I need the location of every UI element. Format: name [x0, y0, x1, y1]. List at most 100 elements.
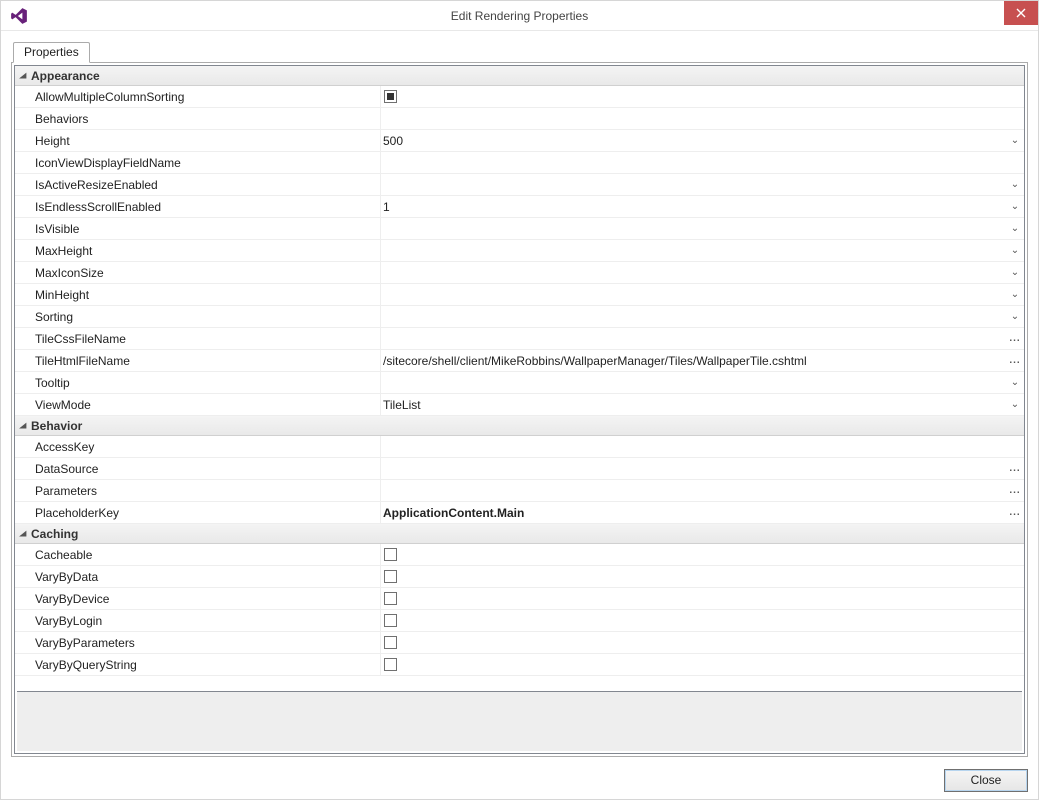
ellipsis-button[interactable]: ...: [1006, 480, 1024, 501]
row-gutter: [15, 372, 31, 393]
property-row[interactable]: IsVisible⌄: [15, 218, 1024, 240]
dropdown-button[interactable]: ⌄: [1006, 394, 1024, 415]
row-gutter: [15, 544, 31, 565]
tab-strip: Properties: [11, 41, 1028, 63]
property-row[interactable]: Parameters...: [15, 480, 1024, 502]
property-row[interactable]: DataSource...: [15, 458, 1024, 480]
property-value[interactable]: [381, 588, 1024, 609]
checkbox[interactable]: [384, 570, 397, 583]
property-label: MaxIconSize: [31, 262, 381, 283]
expander-icon: ◢: [15, 71, 31, 80]
category-header[interactable]: ◢Appearance: [15, 66, 1024, 86]
ellipsis-button[interactable]: ...: [1006, 458, 1024, 479]
property-value[interactable]: ⌄: [381, 240, 1024, 261]
property-value[interactable]: ⌄: [381, 372, 1024, 393]
property-row[interactable]: AllowMultipleColumnSorting: [15, 86, 1024, 108]
property-value[interactable]: ⌄: [381, 174, 1024, 195]
property-row[interactable]: VaryByDevice: [15, 588, 1024, 610]
property-value[interactable]: ...: [381, 328, 1024, 349]
property-row[interactable]: Behaviors: [15, 108, 1024, 130]
property-value[interactable]: [381, 654, 1024, 675]
property-label: MinHeight: [31, 284, 381, 305]
property-label: Parameters: [31, 480, 381, 501]
ellipsis-button[interactable]: ...: [1006, 328, 1024, 349]
category-label: Behavior: [31, 419, 82, 433]
row-gutter: [15, 174, 31, 195]
category-label: Caching: [31, 527, 78, 541]
dropdown-button[interactable]: ⌄: [1006, 284, 1024, 305]
property-value[interactable]: TileList⌄: [381, 394, 1024, 415]
property-value[interactable]: 1⌄: [381, 196, 1024, 217]
property-value[interactable]: [381, 108, 1024, 129]
property-row[interactable]: MinHeight ⌄: [15, 284, 1024, 306]
dialog-window: Edit Rendering Properties Properties ◢Ap…: [0, 0, 1039, 800]
property-value[interactable]: [381, 566, 1024, 587]
dropdown-button[interactable]: ⌄: [1006, 196, 1024, 217]
property-label: Tooltip: [31, 372, 381, 393]
property-row[interactable]: TileHtmlFileName/sitecore/shell/client/M…: [15, 350, 1024, 372]
row-gutter: [15, 152, 31, 173]
property-grid: ◢AppearanceAllowMultipleColumnSortingBeh…: [14, 65, 1025, 754]
dropdown-button[interactable]: ⌄: [1006, 130, 1024, 151]
property-grid-scroll[interactable]: ◢AppearanceAllowMultipleColumnSortingBeh…: [15, 66, 1024, 691]
row-gutter: [15, 130, 31, 151]
property-row[interactable]: Tooltip ⌄: [15, 372, 1024, 394]
property-value[interactable]: /sitecore/shell/client/MikeRobbins/Wallp…: [381, 350, 1024, 371]
ellipsis-button[interactable]: ...: [1006, 350, 1024, 371]
property-row[interactable]: VaryByQueryString: [15, 654, 1024, 676]
property-value[interactable]: ...: [381, 480, 1024, 501]
property-value[interactable]: ...: [381, 458, 1024, 479]
property-row[interactable]: Height500⌄: [15, 130, 1024, 152]
property-row[interactable]: MaxHeight⌄: [15, 240, 1024, 262]
dropdown-button[interactable]: ⌄: [1006, 372, 1024, 393]
property-value[interactable]: [381, 610, 1024, 631]
property-value-text: 500: [383, 134, 403, 148]
property-value[interactable]: [381, 436, 1024, 457]
property-value[interactable]: [381, 632, 1024, 653]
property-row[interactable]: Cacheable: [15, 544, 1024, 566]
ellipsis-button[interactable]: ...: [1006, 502, 1024, 523]
checkbox[interactable]: [384, 592, 397, 605]
property-row[interactable]: IconViewDisplayFieldName: [15, 152, 1024, 174]
property-row[interactable]: VaryByParameters: [15, 632, 1024, 654]
category-header[interactable]: ◢Behavior: [15, 416, 1024, 436]
checkbox[interactable]: [384, 548, 397, 561]
row-gutter: [15, 86, 31, 107]
close-button[interactable]: [1004, 1, 1038, 25]
property-value[interactable]: ⌄: [381, 218, 1024, 239]
property-row[interactable]: IsEndlessScrollEnabled1⌄: [15, 196, 1024, 218]
dropdown-button[interactable]: ⌄: [1006, 306, 1024, 327]
property-label: ViewMode: [31, 394, 381, 415]
property-value[interactable]: [381, 544, 1024, 565]
property-row[interactable]: TileCssFileName...: [15, 328, 1024, 350]
property-row[interactable]: ViewModeTileList⌄: [15, 394, 1024, 416]
property-row[interactable]: Sorting⌄: [15, 306, 1024, 328]
category-label: Appearance: [31, 69, 100, 83]
tab-properties[interactable]: Properties: [13, 42, 90, 63]
property-value[interactable]: ⌄: [381, 284, 1024, 305]
property-value[interactable]: ⌄: [381, 262, 1024, 283]
property-row[interactable]: VaryByData: [15, 566, 1024, 588]
property-value[interactable]: ApplicationContent.Main...: [381, 502, 1024, 523]
checkbox[interactable]: [384, 90, 397, 103]
checkbox[interactable]: [384, 614, 397, 627]
property-value[interactable]: [381, 152, 1024, 173]
property-value[interactable]: [381, 86, 1024, 107]
dropdown-button[interactable]: ⌄: [1006, 218, 1024, 239]
property-row[interactable]: PlaceholderKeyApplicationContent.Main...: [15, 502, 1024, 524]
checkbox[interactable]: [384, 658, 397, 671]
dropdown-button[interactable]: ⌄: [1006, 240, 1024, 261]
row-gutter: [15, 218, 31, 239]
close-dialog-button[interactable]: Close: [944, 769, 1028, 792]
property-label: VaryByData: [31, 566, 381, 587]
property-row[interactable]: AccessKey: [15, 436, 1024, 458]
dropdown-button[interactable]: ⌄: [1006, 262, 1024, 283]
checkbox[interactable]: [384, 636, 397, 649]
property-row[interactable]: MaxIconSize ⌄: [15, 262, 1024, 284]
property-row[interactable]: VaryByLogin: [15, 610, 1024, 632]
property-row[interactable]: IsActiveResizeEnabled⌄: [15, 174, 1024, 196]
property-value[interactable]: ⌄: [381, 306, 1024, 327]
category-header[interactable]: ◢Caching: [15, 524, 1024, 544]
dropdown-button[interactable]: ⌄: [1006, 174, 1024, 195]
property-value[interactable]: 500 ⌄: [381, 130, 1024, 151]
